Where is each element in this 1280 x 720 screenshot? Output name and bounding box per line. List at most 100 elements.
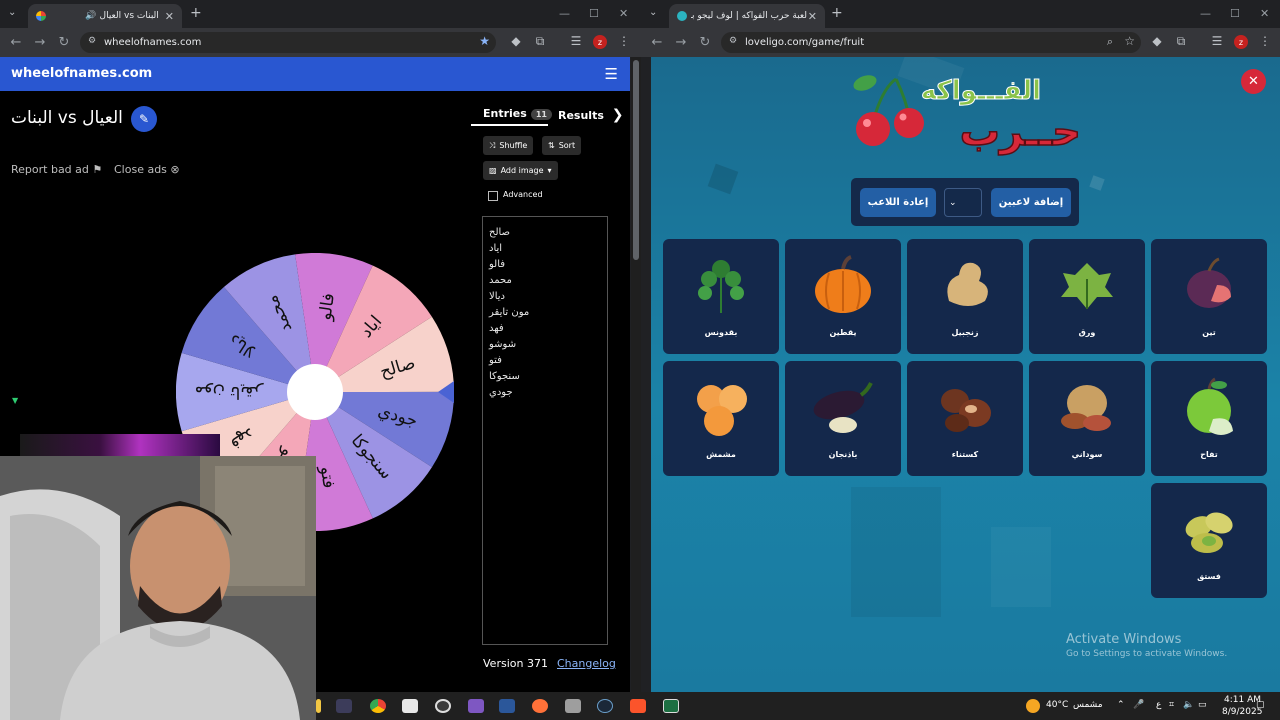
bookmark-star-outline-icon[interactable]: ☆	[1124, 34, 1135, 48]
tab-fruit-game[interactable]: لعبة حرب الفواكه | لوف ليجو بوت ✕	[669, 4, 825, 28]
chrome-taskbar-icon[interactable]	[370, 699, 386, 713]
bookmark-star-icon[interactable]: ★	[479, 34, 490, 48]
taskbar-app-yellow[interactable]	[316, 699, 321, 713]
network-icon[interactable]: ⌗	[1169, 700, 1174, 710]
fruit-card[interactable]: مشمش	[663, 361, 779, 476]
site-info-icon[interactable]: ⚙	[88, 36, 96, 46]
profile-avatar-icon[interactable]: z	[593, 35, 607, 49]
weather-text[interactable]: مشمس	[1073, 700, 1103, 710]
minimize-icon[interactable]: —	[559, 7, 570, 20]
changelog-link[interactable]: Changelog	[557, 657, 616, 670]
word-taskbar-icon[interactable]	[499, 699, 515, 713]
fruit-card[interactable]: زنجبيل	[907, 239, 1023, 354]
reading-list-icon[interactable]: ☰	[568, 34, 584, 48]
reload-icon-right[interactable]: ↻	[693, 35, 717, 50]
site-info-icon-right[interactable]: ⚙	[729, 36, 737, 46]
shuffle-button[interactable]: ⤨ Shuffle	[483, 136, 534, 155]
fruit-card[interactable]: تفاح	[1151, 361, 1267, 476]
player-dropdown[interactable]: ⌄	[944, 188, 982, 217]
volume-icon[interactable]: 🔈	[1183, 700, 1194, 710]
address-bar[interactable]: ⚙ wheelofnames.com ★	[80, 32, 496, 53]
wheel-center-hub[interactable]	[287, 364, 343, 420]
firefox-taskbar-icon[interactable]	[532, 699, 548, 713]
back-icon[interactable]: ←	[4, 35, 28, 50]
entry-line: شوشو	[489, 339, 517, 350]
brave-taskbar-icon[interactable]	[630, 699, 646, 713]
extension-diamond-icon-right[interactable]: ◆	[1149, 34, 1165, 48]
weather-temp[interactable]: 40°C	[1046, 700, 1068, 710]
maximize-icon-right[interactable]: ☐	[1230, 7, 1240, 20]
fruit-card[interactable]: يقطين	[785, 239, 901, 354]
obs-taskbar-icon[interactable]	[435, 699, 451, 713]
reading-list-icon-right[interactable]: ☰	[1209, 34, 1225, 48]
fruit-card[interactable]: تين	[1151, 239, 1267, 354]
entry-line: اياد	[489, 243, 503, 254]
shuffle-label: Shuffle	[499, 141, 528, 150]
report-ad-link[interactable]: Report bad ad ⚑	[11, 163, 102, 176]
logo-bottom-text: حــرب	[960, 109, 1081, 155]
site-title[interactable]: wheelofnames.com	[11, 66, 152, 81]
menu-kebab-icon-right[interactable]: ⋮	[1257, 34, 1273, 48]
forward-icon[interactable]: →	[28, 35, 52, 50]
edit-title-button[interactable]: ✎	[131, 106, 157, 132]
add-players-button[interactable]: إضافة لاعبين	[991, 188, 1071, 217]
weather-sun-icon[interactable]	[1026, 699, 1040, 713]
left-scroll-thumb[interactable]	[633, 60, 639, 260]
fruit-card[interactable]: فستق	[1151, 483, 1267, 598]
tab-search-icon[interactable]: ⌄	[8, 7, 16, 18]
close-window-icon-right[interactable]: ✕	[1260, 7, 1269, 20]
parsley-icon	[698, 260, 744, 313]
reload-icon[interactable]: ↻	[52, 35, 76, 50]
extensions-puzzle-icon-right[interactable]: ⧉	[1173, 34, 1189, 49]
language-indicator[interactable]: ع	[1156, 700, 1161, 710]
taskbar-app-dark[interactable]	[336, 699, 352, 713]
forward-icon-right[interactable]: →	[669, 35, 693, 50]
entry-line: محمد	[489, 275, 512, 286]
close-ads-link[interactable]: Close ads ⊗	[114, 163, 180, 176]
left-tab-strip: ⌄ 🔊 العيال vs البنات ✕ + — ☐ ✕	[0, 0, 641, 28]
add-image-button[interactable]: ▨ Add image ▾	[483, 161, 558, 180]
close-right-tab-icon[interactable]: ✕	[808, 10, 817, 23]
extension-diamond-icon[interactable]: ◆	[508, 34, 524, 48]
fruit-card[interactable]: كستناء	[907, 361, 1023, 476]
extensions-puzzle-icon[interactable]: ⧉	[532, 34, 548, 49]
reset-player-button[interactable]: إعادة اللاعب	[860, 188, 936, 217]
profile-avatar-icon-right[interactable]: z	[1234, 35, 1248, 49]
battery-icon[interactable]: ▭	[1198, 700, 1207, 710]
chevron-right-icon[interactable]: ❯	[612, 107, 624, 123]
sort-button[interactable]: ⇅ Sort	[542, 136, 582, 155]
tab-results[interactable]: Results ❯	[558, 107, 623, 123]
reset-player-label: إعادة اللاعب	[867, 197, 929, 208]
tab-wheel[interactable]: 🔊 العيال vs البنات ✕	[28, 4, 182, 28]
menu-kebab-icon[interactable]: ⋮	[616, 34, 632, 48]
new-tab-icon-right[interactable]: +	[831, 5, 843, 21]
vpn-taskbar-icon[interactable]	[565, 699, 581, 713]
tab-search-icon-right[interactable]: ⌄	[649, 7, 657, 18]
minimize-icon-right[interactable]: —	[1200, 7, 1211, 20]
ad-banner[interactable]	[20, 434, 220, 458]
wheel-site-header: wheelofnames.com ☰	[0, 57, 630, 91]
entries-textarea[interactable]: صالح اياد فالو محمد ديالا مون تايقر فهد شوشو فتو…	[482, 216, 608, 645]
advanced-checkbox[interactable]	[488, 191, 498, 201]
close-window-icon[interactable]: ✕	[619, 7, 628, 20]
notification-icon[interactable]: ▢	[1256, 700, 1265, 710]
mic-icon[interactable]: 🎤	[1133, 700, 1144, 710]
tab-entries[interactable]: Entries 11	[483, 107, 552, 120]
excel-taskbar-icon[interactable]	[663, 699, 679, 713]
zoom-icon[interactable]: ⌕	[1107, 35, 1113, 49]
fruit-card[interactable]: سوداني	[1029, 361, 1145, 476]
tray-chevron-up-icon[interactable]: ⌃	[1117, 700, 1125, 710]
close-tab-icon[interactable]: ✕	[165, 10, 174, 23]
store-taskbar-icon[interactable]	[402, 699, 418, 713]
fruit-card[interactable]: ورق	[1029, 239, 1145, 354]
fruit-card[interactable]: باذنجان	[785, 361, 901, 476]
hamburger-menu-icon[interactable]: ☰	[605, 65, 618, 83]
close-game-button[interactable]: ✕	[1241, 69, 1266, 94]
steam-taskbar-icon[interactable]	[597, 699, 613, 713]
maximize-icon[interactable]: ☐	[589, 7, 599, 20]
fruit-card[interactable]: بقدونس	[663, 239, 779, 354]
back-icon-right[interactable]: ←	[645, 35, 669, 50]
address-bar-right[interactable]: ⚙ loveligo.com/game/fruit ⌕ ☆	[721, 32, 1141, 53]
new-tab-icon[interactable]: +	[190, 5, 202, 21]
discord-taskbar-icon[interactable]	[468, 699, 484, 713]
